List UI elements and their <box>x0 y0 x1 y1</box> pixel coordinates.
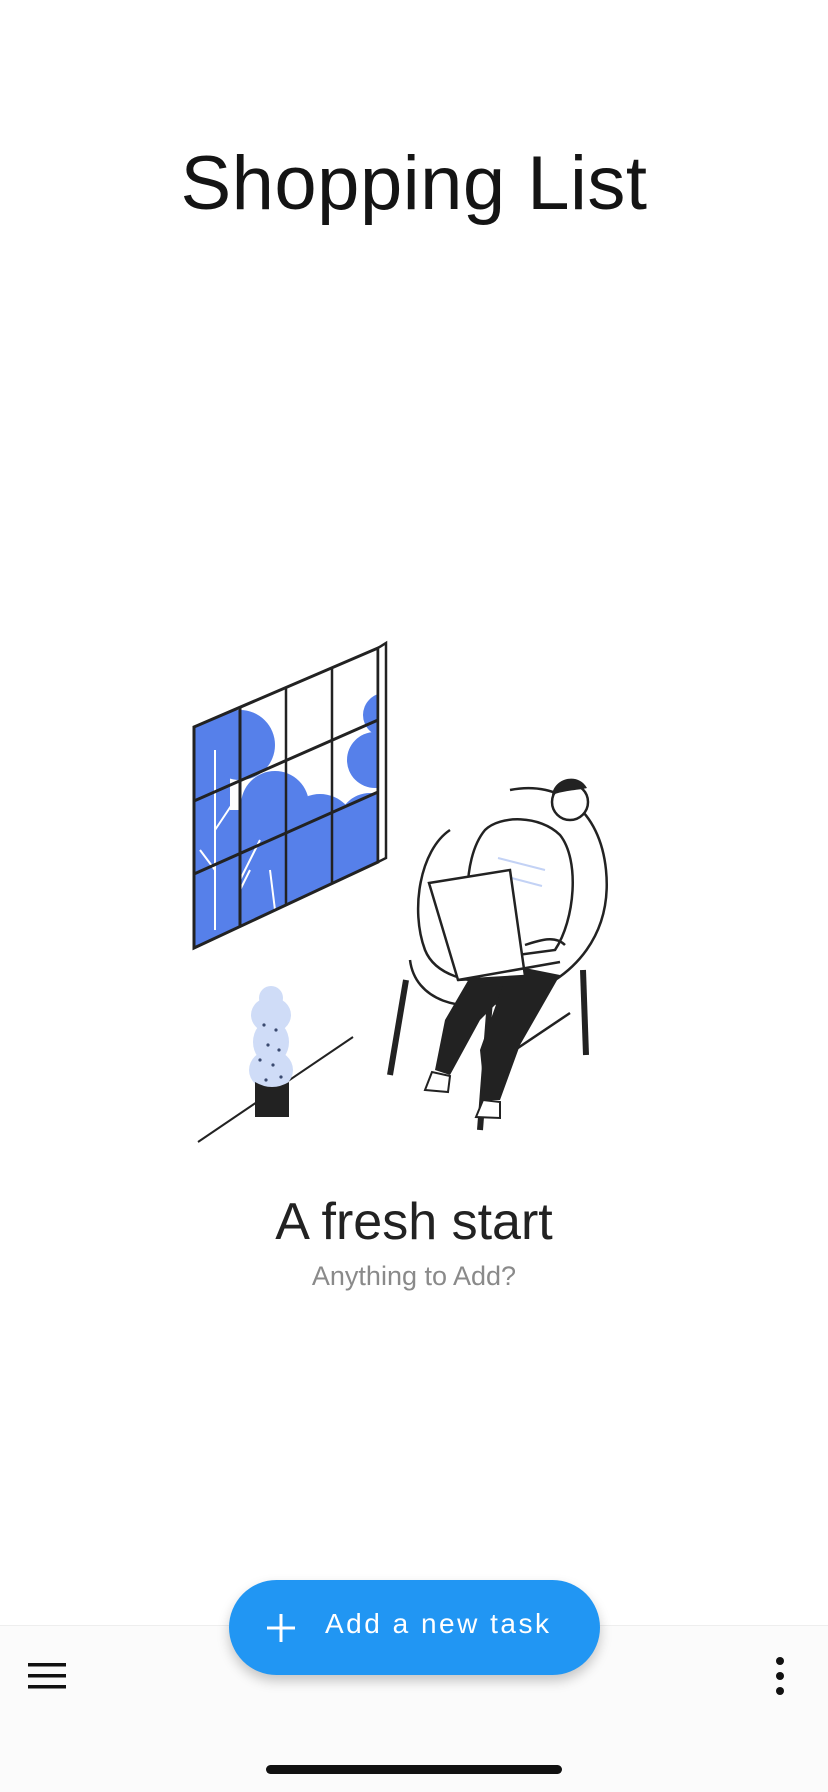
page-title: Shopping List <box>180 141 648 226</box>
menu-icon[interactable] <box>26 1660 70 1692</box>
empty-state-title: A fresh start <box>275 1193 553 1251</box>
home-indicator[interactable] <box>266 1765 562 1774</box>
more-vertical-icon[interactable] <box>768 1656 792 1696</box>
window-illustration <box>192 640 388 951</box>
add-task-button-label: Add a new task <box>325 1608 552 1639</box>
add-task-button[interactable]: Add a new task <box>229 1580 600 1675</box>
empty-state-illustration <box>192 640 608 1143</box>
plus-icon <box>267 1614 295 1642</box>
empty-state-subtitle: Anything to Add? <box>311 1261 517 1291</box>
plant-illustration <box>249 986 293 1117</box>
screen: Shopping List A fresh start Anything to … <box>0 0 828 1792</box>
